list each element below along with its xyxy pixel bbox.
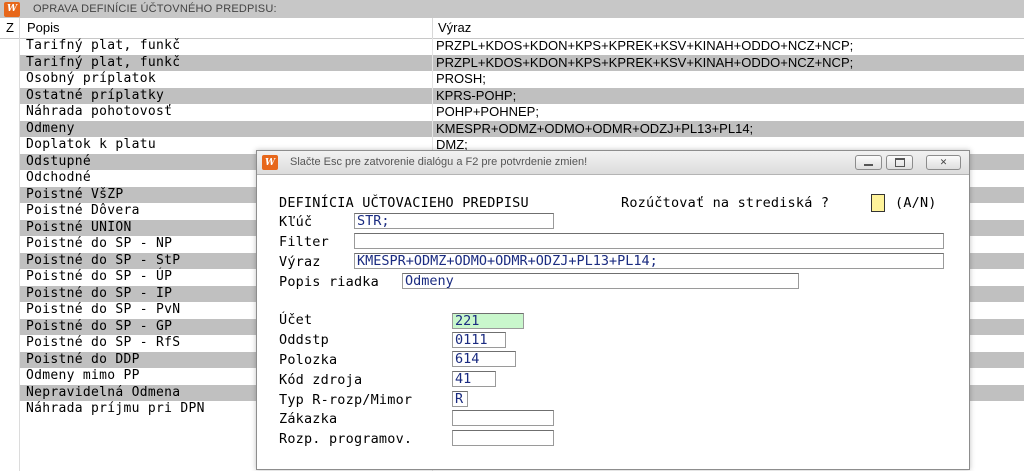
row-popis: Ostatné príplatky	[26, 87, 165, 103]
polozka-label: Polozka	[279, 352, 338, 368]
row-vyraz: KMESPR+ODMZ+ODMO+ODMR+ODZJ+PL13+PL14;	[436, 120, 754, 136]
row-popis: Tarifný plat, funkč	[26, 54, 181, 70]
ucet-field[interactable]: 221	[452, 313, 524, 329]
row-vyraz: KPRS-POHP;	[436, 87, 517, 103]
kluc-label: Kľúč	[279, 214, 313, 230]
row-vyraz: PRZPL+KDOS+KDON+KPS+KPREK+KSV+KINAH+ODDO…	[436, 54, 854, 70]
row-popis: Poistné do SP - RfS	[26, 335, 181, 350]
close-icon: ✕	[939, 157, 948, 168]
column-header-popis[interactable]: Popis	[27, 20, 60, 35]
row-popis: Doplatok k platu	[26, 137, 157, 152]
dialog-heading: DEFINÍCIA UČTOVACIEHO PREDPISU	[279, 195, 529, 211]
main-title-bar: W OPRAVA DEFINÍCIE ÚČTOVNÉHO PREDPISU:	[0, 0, 1024, 19]
filter-field[interactable]	[354, 233, 944, 249]
row-popis: Poistné UNION	[26, 219, 132, 235]
typ-field[interactable]: R	[452, 391, 468, 407]
row-popis: Osobný príplatok	[26, 71, 157, 86]
row-popis: Odchodné	[26, 170, 92, 185]
row-popis: Odmeny	[26, 120, 75, 136]
table-row[interactable]: Tarifný plat, funkč PRZPL+KDOS+KDON+KPS+K…	[0, 38, 1024, 55]
table-row[interactable]: Osobný príplatok PROSH;	[0, 71, 1024, 88]
row-popis: Odmeny mimo PP	[26, 368, 140, 383]
row-popis: Tarifný plat, funkč	[26, 38, 181, 53]
rozuctovat-label: Rozúčtovať na strediská ?	[621, 195, 830, 211]
table-header: Z Popis Výraz	[0, 18, 1024, 39]
row-popis: Poistné do SP - GP	[26, 318, 173, 334]
minimize-icon	[864, 164, 873, 166]
filter-label: Filter	[279, 234, 329, 250]
rozp-label: Rozp. programov.	[279, 431, 413, 447]
row-vyraz: POHP+POHNEP;	[436, 104, 539, 119]
row-popis: Odstupné	[26, 153, 92, 169]
table-row[interactable]: Odmeny KMESPR+ODMZ+ODMO+ODMR+ODZJ+PL13+PL…	[0, 120, 1024, 138]
table-row[interactable]: Ostatné príplatky KPRS-POHP;	[0, 87, 1024, 105]
popis-label: Popis riadka	[279, 274, 379, 290]
oddstp-field[interactable]: 0111	[452, 332, 506, 348]
table-row[interactable]: Náhrada pohotovosť POHP+POHNEP;	[0, 104, 1024, 121]
row-popis: Poistné do DDP	[26, 351, 140, 367]
row-popis: Náhrada pohotovosť	[26, 104, 173, 119]
rozp-field[interactable]	[452, 430, 554, 446]
ucet-label: Účet	[279, 312, 313, 328]
zdroj-field[interactable]: 41	[452, 371, 496, 387]
row-popis: Poistné do SP - PvN	[26, 302, 181, 317]
oddstp-label: Oddstp	[279, 332, 329, 348]
column-header-z[interactable]: Z	[6, 20, 14, 35]
rozuctovat-hint: (A/N)	[895, 195, 937, 211]
row-popis: Poistné do SP - IP	[26, 285, 173, 301]
column-header-vyraz[interactable]: Výraz	[438, 20, 471, 35]
zakazka-label: Zákazka	[279, 411, 338, 427]
minimize-button[interactable]	[855, 155, 882, 170]
zakazka-field[interactable]	[452, 410, 554, 426]
popis-field[interactable]: Odmeny	[402, 273, 799, 289]
kluc-field[interactable]: STR;	[354, 213, 554, 229]
row-popis: Nepravidelná Odmena	[26, 384, 181, 400]
table-row[interactable]: Tarifný plat, funkč PRZPL+KDOS+KDON+KPS+K…	[0, 54, 1024, 72]
dialog-title-bar[interactable]: W Slačte Esc pre zatvorenie dialógu a F2…	[257, 151, 969, 175]
row-popis: Náhrada príjmu pri DPN	[26, 401, 205, 416]
vyraz-label: Výraz	[279, 254, 321, 270]
maximize-icon	[894, 158, 905, 167]
row-vyraz: PROSH;	[436, 71, 486, 86]
row-popis: Poistné do SP - NP	[26, 236, 173, 251]
edit-dialog: W Slačte Esc pre zatvorenie dialógu a F2…	[256, 150, 970, 470]
maximize-button[interactable]	[886, 155, 913, 170]
zdroj-label: Kód zdroja	[279, 372, 363, 388]
window-title: OPRAVA DEFINÍCIE ÚČTOVNÉHO PREDPISU:	[33, 3, 277, 15]
rozuctovat-input[interactable]	[871, 194, 885, 212]
dialog-body: DEFINÍCIA UČTOVACIEHO PREDPISU Rozúčtova…	[257, 175, 969, 469]
app-logo-icon: W	[4, 1, 20, 17]
typ-label: Typ R-rozp/Mimor	[279, 392, 413, 408]
polozka-field[interactable]: 614	[452, 351, 516, 367]
row-popis: Poistné do SP - StP	[26, 252, 181, 268]
row-popis: Poistné VšZP	[26, 186, 124, 202]
row-popis: Poistné do SP - ÚP	[26, 269, 173, 284]
row-popis: Poistné Dôvera	[26, 203, 140, 218]
vyraz-field[interactable]: KMESPR+ODMZ+ODMO+ODMR+ODZJ+PL13+PL14;	[354, 253, 944, 269]
row-vyraz: PRZPL+KDOS+KDON+KPS+KPREK+KSV+KINAH+ODDO…	[436, 38, 854, 53]
app-logo-icon: W	[262, 155, 278, 170]
close-button[interactable]: ✕	[926, 155, 961, 170]
dialog-title: Slačte Esc pre zatvorenie dialógu a F2 p…	[290, 156, 588, 168]
